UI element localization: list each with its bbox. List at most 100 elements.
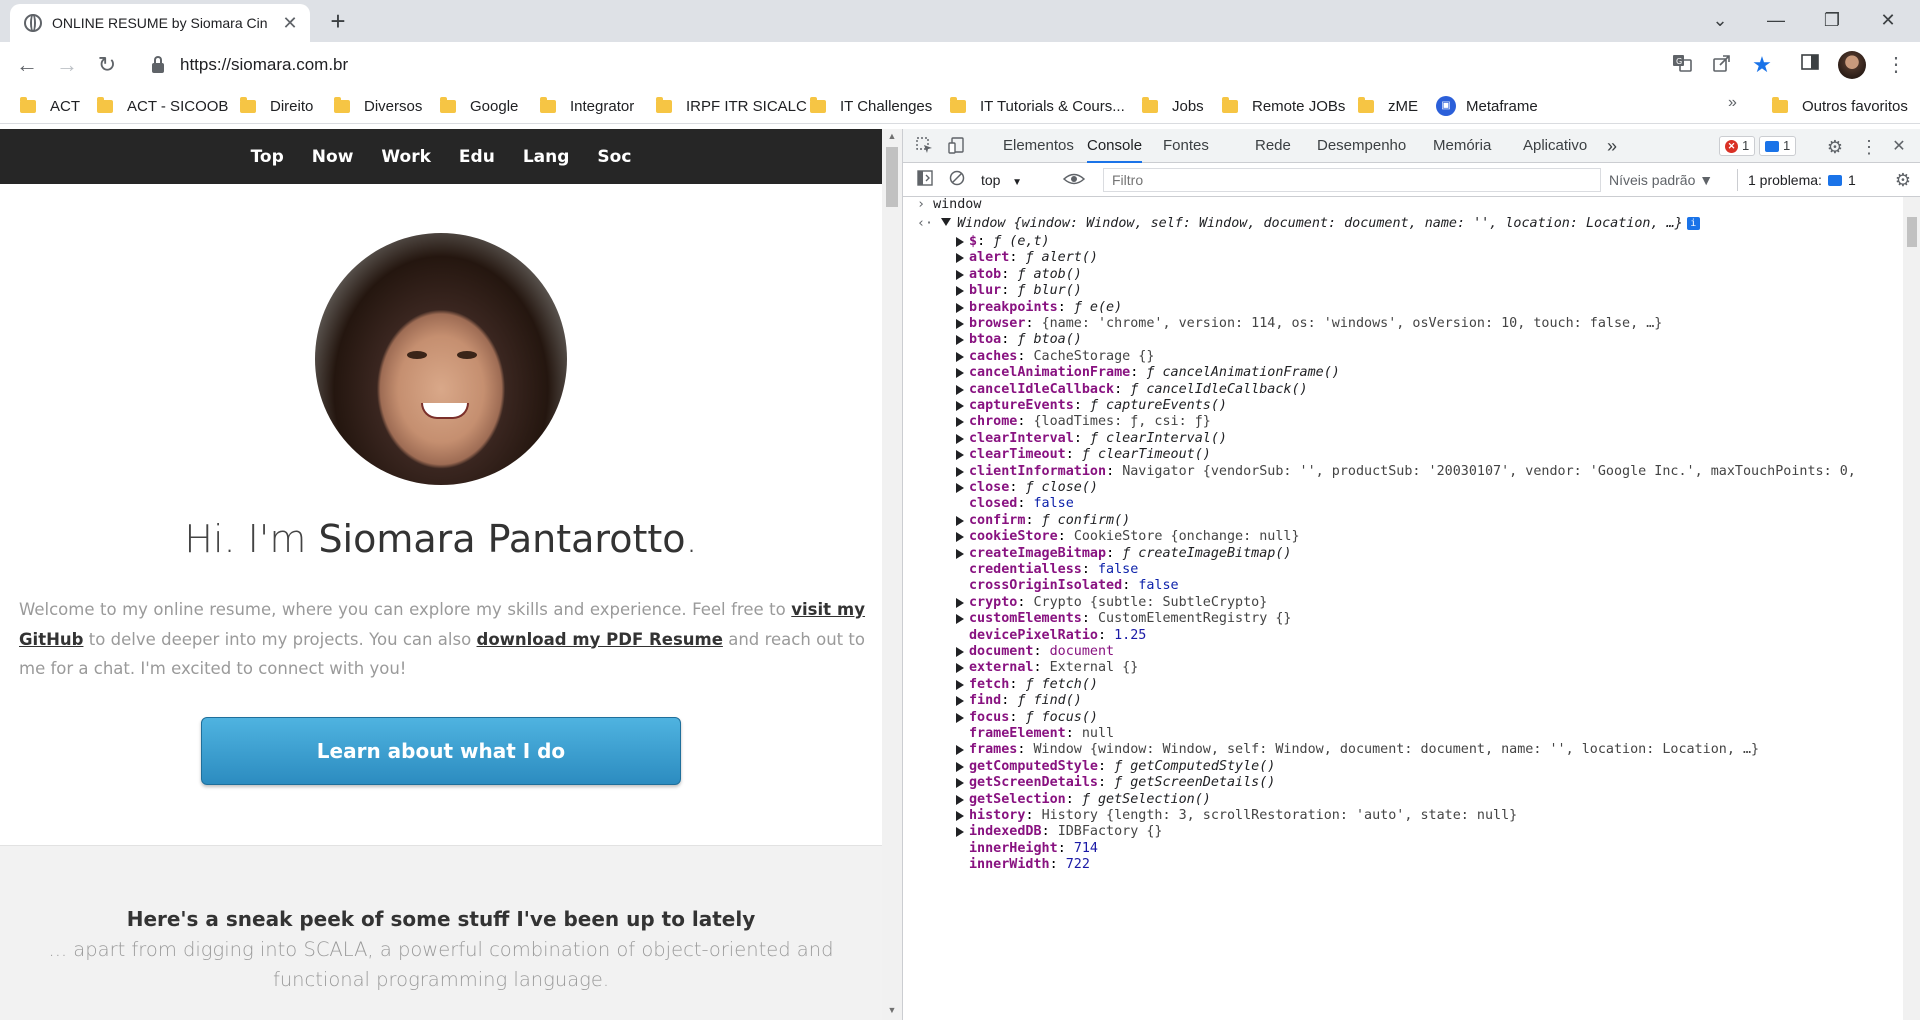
- sidepanel-icon[interactable]: [1798, 53, 1822, 77]
- pdf-resume-link[interactable]: download my PDF Resume: [477, 630, 723, 649]
- error-count-badge[interactable]: ✕ 1: [1719, 136, 1756, 156]
- bookmark-folder-jobs[interactable]: Jobs: [1142, 94, 1204, 118]
- devtools-menu-icon[interactable]: ⋮: [1859, 137, 1879, 157]
- bookmark-folder-google[interactable]: Google: [440, 94, 518, 118]
- browser-tab[interactable]: ONLINE RESUME by Siomara Cin ✕: [10, 4, 310, 42]
- close-tab-button[interactable]: ✕: [280, 13, 300, 33]
- issues-button[interactable]: 1 problema: 1: [1737, 169, 1856, 191]
- lock-icon[interactable]: [152, 55, 164, 73]
- expand-triangle-icon[interactable]: [956, 466, 964, 477]
- message-count-badge[interactable]: 1: [1759, 136, 1797, 156]
- nav-link-top[interactable]: Top: [237, 147, 298, 167]
- clear-console-icon[interactable]: [947, 170, 967, 190]
- url-text[interactable]: https://siomara.com.br: [180, 55, 348, 75]
- live-expression-eye-icon[interactable]: [1062, 169, 1086, 189]
- profile-avatar[interactable]: [1838, 51, 1866, 79]
- address-bar[interactable]: https://siomara.com.br: [140, 47, 1660, 83]
- expand-triangle-icon[interactable]: [956, 401, 964, 411]
- close-window-button[interactable]: ✕: [1860, 0, 1916, 42]
- expand-triangle-icon[interactable]: [956, 647, 964, 657]
- expand-triangle-icon[interactable]: [956, 614, 964, 625]
- expand-triangle-icon[interactable]: [956, 515, 964, 526]
- back-button[interactable]: ←: [12, 50, 42, 80]
- info-icon[interactable]: i: [1686, 217, 1700, 230]
- expand-triangle-icon[interactable]: [956, 712, 964, 723]
- expand-triangle-icon[interactable]: [956, 368, 964, 379]
- console-result-line[interactable]: ‹· Window {window: Window, self: Window, …: [917, 214, 1700, 234]
- maximize-button[interactable]: ❐: [1804, 0, 1860, 42]
- scrollbar-thumb[interactable]: [886, 147, 898, 207]
- tab-memoria[interactable]: Memória: [1433, 129, 1491, 163]
- expand-triangle-icon[interactable]: [956, 745, 964, 756]
- bookmark-folder-diversos[interactable]: Diversos: [334, 94, 422, 118]
- expand-triangle-icon[interactable]: [956, 384, 964, 395]
- bookmark-folder-zme[interactable]: zME: [1358, 94, 1418, 118]
- console-filter-input[interactable]: [1103, 168, 1601, 192]
- expand-triangle-icon[interactable]: [956, 286, 964, 297]
- sidebar-toggle-icon[interactable]: [915, 170, 935, 190]
- expand-triangle-icon[interactable]: [956, 351, 964, 362]
- nav-link-now[interactable]: Now: [298, 147, 368, 167]
- page-scrollbar[interactable]: ▲ ▼: [882, 129, 902, 1020]
- console-scrollbar[interactable]: [1903, 197, 1920, 1020]
- expand-triangle-icon[interactable]: [956, 794, 964, 805]
- learn-more-button[interactable]: Learn about what I do: [201, 717, 681, 785]
- tab-aplicativo[interactable]: Aplicativo: [1523, 129, 1587, 163]
- expand-triangle-icon[interactable]: [956, 483, 964, 493]
- expand-triangle-icon[interactable]: [956, 597, 964, 608]
- forward-button[interactable]: →: [52, 50, 82, 80]
- nav-link-soc[interactable]: Soc: [583, 147, 645, 167]
- scrollbar-thumb[interactable]: [1907, 217, 1917, 247]
- bookmark-folder-it-challenges[interactable]: IT Challenges: [810, 94, 932, 118]
- bookmark-folder-irpf[interactable]: IRPF ITR SICALC: [656, 94, 807, 118]
- log-levels-dropdown[interactable]: Níveis padrão ▼: [1609, 169, 1713, 191]
- tab-desempenho[interactable]: Desempenho: [1317, 129, 1406, 163]
- scroll-down-arrow-icon[interactable]: ▼: [887, 1005, 897, 1015]
- bookmark-metaframe[interactable]: ▣ Metaframe: [1436, 94, 1538, 118]
- close-devtools-icon[interactable]: ✕: [1889, 137, 1909, 157]
- console-settings-gear-icon[interactable]: ⚙: [1893, 170, 1913, 190]
- tab-elementos[interactable]: Elementos: [1003, 129, 1074, 163]
- expand-triangle-icon[interactable]: [956, 335, 964, 346]
- expand-triangle-icon[interactable]: [956, 450, 964, 461]
- reload-button[interactable]: ↻: [92, 50, 122, 80]
- more-tabs-button[interactable]: »: [1607, 129, 1617, 163]
- nav-link-lang[interactable]: Lang: [509, 147, 584, 167]
- expand-triangle-icon[interactable]: [956, 548, 964, 559]
- expand-triangle-icon[interactable]: [956, 532, 964, 543]
- expand-triangle-icon[interactable]: [956, 778, 964, 789]
- device-toolbar-icon[interactable]: [947, 137, 967, 157]
- bookmark-folder-remote-jobs[interactable]: Remote JOBs: [1222, 94, 1345, 118]
- console-property-row[interactable]: innerWidth: 722: [903, 855, 1903, 875]
- expand-triangle-icon[interactable]: [956, 679, 964, 690]
- tab-search-button[interactable]: ⌄: [1692, 0, 1748, 42]
- bookmarks-overflow-button[interactable]: »: [1728, 94, 1737, 112]
- translate-icon[interactable]: G: [1670, 53, 1694, 77]
- scroll-up-arrow-icon[interactable]: ▲: [887, 131, 897, 141]
- nav-link-edu[interactable]: Edu: [445, 147, 509, 167]
- expand-triangle-icon[interactable]: [956, 696, 964, 707]
- expand-triangle-icon[interactable]: [956, 663, 964, 674]
- bookmark-folder-act-sicoob[interactable]: ACT - SICOOB: [97, 94, 228, 118]
- star-icon[interactable]: ★: [1750, 53, 1774, 77]
- expand-triangle-icon[interactable]: [956, 237, 964, 247]
- tab-console[interactable]: Console: [1087, 129, 1143, 163]
- settings-gear-icon[interactable]: ⚙: [1825, 137, 1845, 157]
- context-selector[interactable]: top ▼: [981, 169, 1022, 191]
- bookmark-folder-it-tutorials[interactable]: IT Tutorials & Cours...: [950, 94, 1125, 118]
- expand-triangle-icon[interactable]: [956, 761, 964, 772]
- expanded-triangle-icon[interactable]: [941, 218, 952, 226]
- inspect-element-icon[interactable]: [915, 137, 935, 157]
- new-tab-button[interactable]: +: [324, 8, 352, 36]
- menu-icon[interactable]: ⋮: [1884, 53, 1908, 77]
- expand-triangle-icon[interactable]: [956, 827, 964, 838]
- bookmark-folder-integrator[interactable]: Integrator: [540, 94, 634, 118]
- expand-triangle-icon[interactable]: [956, 319, 964, 329]
- nav-link-work[interactable]: Work: [367, 147, 445, 167]
- bookmark-folder-direito[interactable]: Direito: [240, 94, 313, 118]
- other-bookmarks-folder[interactable]: Outros favoritos: [1772, 94, 1908, 118]
- expand-triangle-icon[interactable]: [956, 811, 964, 821]
- bookmark-folder-act[interactable]: ACT: [20, 94, 80, 118]
- share-icon[interactable]: [1710, 53, 1734, 77]
- expand-triangle-icon[interactable]: [956, 302, 964, 313]
